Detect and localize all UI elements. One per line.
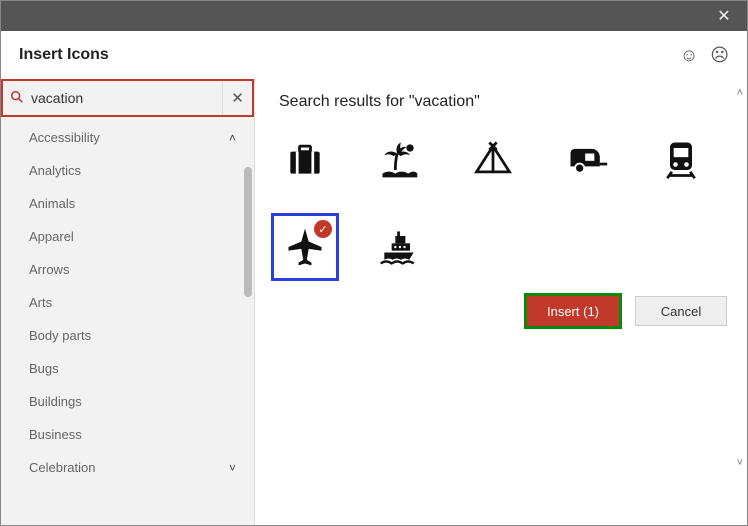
sidebar-item-arrows[interactable]: Arrows <box>1 253 254 286</box>
dialog-header: Insert Icons ☺ ☹ <box>1 31 747 79</box>
category-label: Animals <box>29 196 75 211</box>
sidebar-item-bugs[interactable]: Bugs <box>1 352 254 385</box>
sidebar: ✕ Accessibility ˄ Analytics Animals Appa… <box>1 79 255 525</box>
category-label: Analytics <box>29 163 81 178</box>
feedback-group: ☺ ☹ <box>680 45 729 66</box>
results-heading: Search results for "vacation" <box>255 79 747 121</box>
chevron-down-icon: ˅ <box>229 461 236 475</box>
train-icon[interactable] <box>647 125 715 193</box>
sidebar-item-animals[interactable]: Animals <box>1 187 254 220</box>
category-label: Arrows <box>29 262 69 277</box>
sidebar-item-body-parts[interactable]: Body parts <box>1 319 254 352</box>
category-label: Body parts <box>29 328 91 343</box>
scroll-up-icon[interactable]: ˄ <box>737 87 743 99</box>
sidebar-item-analytics[interactable]: Analytics <box>1 154 254 187</box>
sidebar-item-arts[interactable]: Arts <box>1 286 254 319</box>
insert-icons-dialog: ✕ Insert Icons ☺ ☹ ✕ Accessibility ˄ Ana <box>0 0 748 526</box>
dialog-title: Insert Icons <box>19 46 109 64</box>
category-list[interactable]: Accessibility ˄ Analytics Animals Appare… <box>1 121 254 525</box>
category-label: Business <box>29 427 82 442</box>
tent-icon[interactable] <box>459 125 527 193</box>
frown-feedback-icon[interactable]: ☹ <box>710 45 729 66</box>
category-label: Accessibility <box>29 130 100 145</box>
search-input[interactable] <box>31 86 222 110</box>
close-icon[interactable]: ✕ <box>709 6 739 26</box>
search-box: ✕ <box>1 79 254 117</box>
camper-icon[interactable] <box>553 125 621 193</box>
sidebar-scrollbar[interactable] <box>244 167 252 297</box>
category-label: Celebration <box>29 460 96 475</box>
clear-search-button[interactable]: ✕ <box>222 81 252 115</box>
airplane-icon[interactable]: ✓ <box>271 213 339 281</box>
smile-feedback-icon[interactable]: ☺ <box>680 45 698 66</box>
cruise-ship-icon[interactable] <box>365 213 433 281</box>
scroll-down-icon[interactable]: ˅ <box>737 457 743 469</box>
sidebar-item-apparel[interactable]: Apparel <box>1 220 254 253</box>
category-label: Arts <box>29 295 52 310</box>
selected-check-icon: ✓ <box>314 220 332 238</box>
titlebar: ✕ <box>1 1 747 31</box>
sidebar-item-celebration[interactable]: Celebration ˅ <box>1 451 254 484</box>
icon-grid: ✓ <box>255 121 747 285</box>
dialog-footer: Insert (1) Cancel <box>255 285 747 337</box>
dialog-body: ✕ Accessibility ˄ Analytics Animals Appa… <box>1 79 747 525</box>
results-area: ˄ Search results for "vacation" <box>255 79 747 525</box>
suitcase-icon[interactable] <box>271 125 339 193</box>
sidebar-item-accessibility[interactable]: Accessibility ˄ <box>1 121 254 154</box>
category-label: Buildings <box>29 394 82 409</box>
palm-beach-icon[interactable] <box>365 125 433 193</box>
category-label: Apparel <box>29 229 74 244</box>
sidebar-item-business[interactable]: Business <box>1 418 254 451</box>
search-icon <box>3 90 31 107</box>
sidebar-item-buildings[interactable]: Buildings <box>1 385 254 418</box>
insert-button[interactable]: Insert (1) <box>527 296 619 326</box>
chevron-up-icon: ˄ <box>229 131 236 145</box>
category-label: Bugs <box>29 361 59 376</box>
cancel-button[interactable]: Cancel <box>635 296 727 326</box>
